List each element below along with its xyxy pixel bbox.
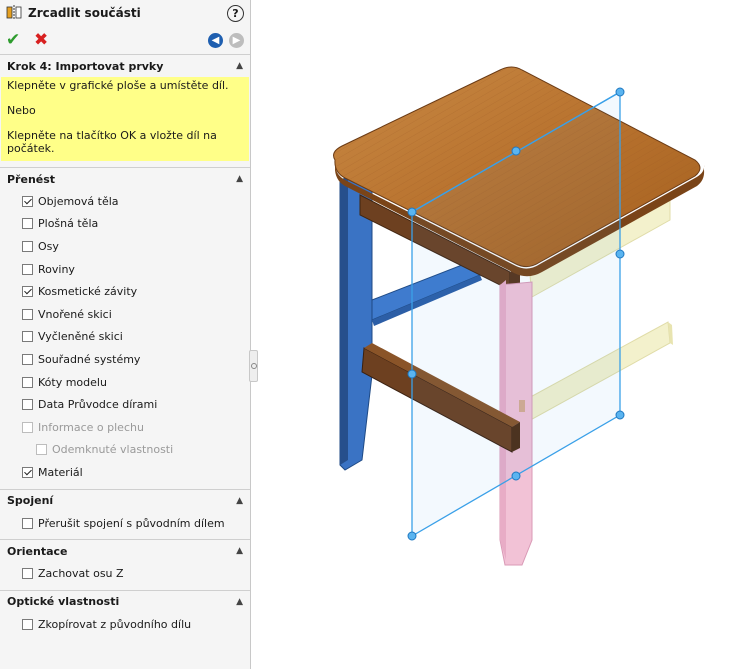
checkbox[interactable] [22, 353, 33, 365]
checkbox-label: Odemknuté vlastnosti [52, 443, 174, 457]
checkbox-row[interactable]: Objemová těla [0, 190, 250, 213]
plane-handle[interactable] [511, 146, 521, 156]
plane-handle[interactable] [407, 531, 417, 541]
links-section-title: Spojení [7, 494, 54, 508]
checkbox-label: Přerušit spojení s původním dílem [38, 516, 225, 530]
checkbox-label: Informace o plechu [38, 420, 144, 434]
checkbox-row[interactable]: Kóty modelu [0, 371, 250, 394]
checkbox-label: Souřadné systémy [38, 352, 141, 366]
checkbox-row[interactable]: Vnořené skici [0, 303, 250, 326]
checkbox[interactable] [22, 240, 33, 252]
checkbox-row: Odemknuté vlastnosti [0, 439, 250, 462]
plane-handle[interactable] [407, 369, 417, 379]
orientation-options-list: Zachovat osu Z [0, 562, 250, 585]
checkbox[interactable] [22, 263, 33, 275]
optical-options-list: Zkopírovat z původního dílu [0, 613, 250, 636]
panel-title: Zrcadlit součásti [28, 6, 141, 20]
checkbox-label: Zachovat osu Z [38, 567, 124, 581]
checkbox-label: Kóty modelu [38, 375, 107, 389]
checkbox[interactable] [22, 568, 33, 580]
optical-section-title: Optické vlastnosti [7, 595, 120, 609]
checkbox-label: Zkopírovat z původního dílu [38, 617, 192, 631]
plane-handle[interactable] [615, 87, 625, 97]
stool-model-view[interactable] [258, 0, 750, 669]
checkbox-row[interactable]: Osy [0, 235, 250, 258]
checkbox-row[interactable]: Souřadné systémy [0, 348, 250, 371]
checkbox-label: Plošná těla [38, 217, 99, 231]
checkbox-label: Roviny [38, 262, 75, 276]
checkbox-row[interactable]: Zachovat osu Z [0, 562, 250, 585]
instruction-line-3: Klepněte na tlačítko OK a vložte díl na … [7, 129, 217, 155]
optical-section-header[interactable]: Optické vlastnosti ▲ [0, 591, 250, 613]
checkbox-row[interactable]: Zkopírovat z původního dílu [0, 613, 250, 636]
mirror-component-icon [6, 4, 22, 23]
checkbox-label: Objemová těla [38, 194, 119, 208]
plane-handle[interactable] [615, 410, 625, 420]
step-section-header[interactable]: Krok 4: Importovat prvky ▲ [0, 55, 250, 77]
panel-actions: ✔ ✖ ◀ ▶ [0, 26, 250, 54]
step-section-title: Krok 4: Importovat prvky [7, 59, 164, 73]
checkbox[interactable] [22, 195, 33, 207]
collapse-caret-icon[interactable]: ▲ [236, 496, 243, 506]
checkbox-row[interactable]: Data Průvodce dírami [0, 393, 250, 416]
checkbox-row[interactable]: Materiál [0, 461, 250, 484]
checkbox[interactable] [22, 399, 33, 411]
checkbox-label: Data Průvodce dírami [38, 398, 158, 412]
x-icon[interactable]: ✖ [34, 30, 52, 50]
transfer-section-title: Přenést [7, 172, 56, 186]
plane-handle[interactable] [407, 207, 417, 217]
checkbox[interactable] [22, 331, 33, 343]
collapse-caret-icon[interactable]: ▲ [236, 546, 243, 556]
transfer-options-list: Objemová těla Plošná těla Osy Roviny Kosmeti… [0, 190, 250, 484]
checkbox-row[interactable]: Roviny [0, 258, 250, 281]
instruction-message: Klepněte v grafické ploše a umístěte díl… [1, 77, 249, 161]
check-icon[interactable]: ✔ [6, 30, 24, 50]
checkbox-row[interactable]: Kosmetické závity [0, 280, 250, 303]
orientation-section-title: Orientace [7, 544, 68, 558]
back-arrow-icon[interactable]: ◀ [208, 32, 223, 48]
collapse-caret-icon[interactable]: ▲ [236, 597, 243, 607]
checkbox[interactable] [22, 218, 33, 230]
panel-titlebar: Zrcadlit součásti ? [0, 0, 250, 26]
transfer-section-header[interactable]: Přenést ▲ [0, 168, 250, 190]
checkbox-row[interactable]: Plošná těla [0, 213, 250, 236]
panel-resize-handle[interactable] [249, 350, 258, 382]
instruction-line-2: Nebo [7, 104, 36, 117]
checkbox [36, 444, 47, 456]
checkbox-label: Materiál [38, 465, 83, 479]
collapse-caret-icon[interactable]: ▲ [236, 174, 243, 184]
plane-handle[interactable] [615, 249, 625, 259]
checkbox-label: Osy [38, 239, 59, 253]
instruction-line-1: Klepněte v grafické ploše a umístěte díl… [7, 79, 229, 92]
collapse-caret-icon[interactable]: ▲ [236, 61, 243, 71]
checkbox-label: Vyčleněné skici [38, 330, 123, 344]
checkbox [22, 421, 33, 433]
checkbox[interactable] [22, 618, 33, 630]
checkbox[interactable] [22, 376, 33, 388]
checkbox-row[interactable]: Vyčleněné skici [0, 326, 250, 349]
checkbox[interactable] [22, 466, 33, 478]
checkbox-label: Kosmetické závity [38, 285, 138, 299]
checkbox[interactable] [22, 286, 33, 298]
orientation-section-header[interactable]: Orientace ▲ [0, 540, 250, 562]
property-manager-panel: Zrcadlit součásti ? ✔ ✖ ◀ ▶ Krok 4: Impo… [0, 0, 251, 669]
checkbox-row: Informace o plechu [0, 416, 250, 439]
links-section-header[interactable]: Spojení ▲ [0, 490, 250, 512]
plane-handle[interactable] [511, 471, 521, 481]
checkbox-label: Vnořené skici [38, 307, 112, 321]
checkbox-row[interactable]: Přerušit spojení s původním dílem [0, 512, 250, 535]
links-options-list: Přerušit spojení s původním dílem [0, 512, 250, 535]
checkbox[interactable] [22, 517, 33, 529]
graphics-area[interactable] [258, 0, 750, 669]
checkbox[interactable] [22, 308, 33, 320]
help-icon[interactable]: ? [227, 4, 244, 22]
forward-arrow-icon[interactable]: ▶ [229, 32, 244, 48]
